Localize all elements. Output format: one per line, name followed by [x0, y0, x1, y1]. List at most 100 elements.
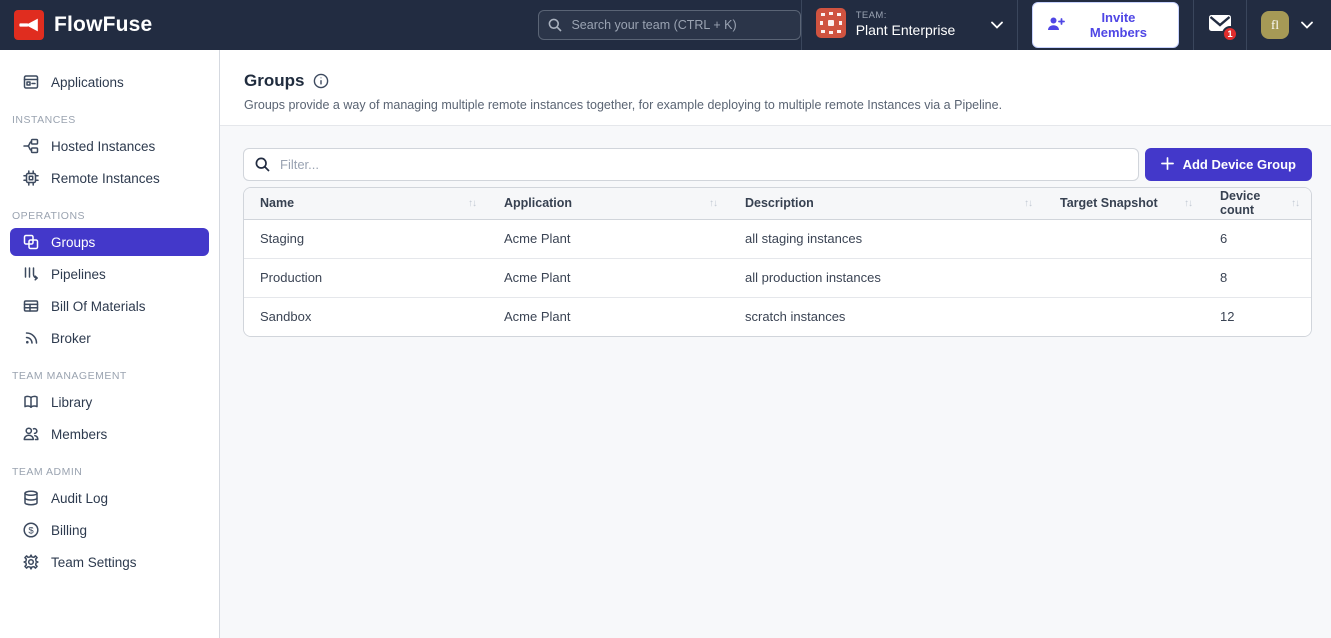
sidebar-item-groups[interactable]: Groups [10, 228, 209, 256]
remote-instances-icon [22, 169, 40, 187]
column-label: Application [504, 196, 572, 210]
sidebar-item-label: Hosted Instances [51, 139, 155, 154]
sidebar-item-bill-of-materials[interactable]: Bill Of Materials [10, 292, 209, 320]
hosted-instances-icon [22, 137, 40, 155]
cell-description: all staging instances [729, 219, 1044, 258]
filter-box [243, 148, 1139, 181]
sidebar-section-label: INSTANCES [12, 114, 207, 126]
groups-table: Name↑↓Application↑↓Description↑↓Target S… [243, 187, 1312, 337]
applications-icon [22, 73, 40, 91]
team-search-input[interactable] [538, 10, 800, 40]
sidebar-item-hosted-instances[interactable]: Hosted Instances [10, 132, 209, 160]
sidebar-item-applications[interactable]: Applications [10, 68, 209, 96]
column-label: Device count [1220, 189, 1283, 217]
members-icon [22, 425, 40, 443]
sidebar-section-label: OPERATIONS [12, 210, 207, 222]
sidebar-item-members[interactable]: Members [10, 420, 209, 448]
column-label: Description [745, 196, 814, 210]
info-icon[interactable] [313, 73, 329, 89]
team-name: Plant Enterprise [856, 22, 956, 38]
page-title: Groups [244, 71, 304, 91]
cell-description: scratch instances [729, 297, 1044, 336]
sidebar-item-billing[interactable]: $Billing [10, 516, 209, 544]
team-selector[interactable]: TEAM: Plant Enterprise [801, 0, 1017, 50]
flowfuse-logo-icon [14, 10, 44, 40]
cell-device_count: 12 [1204, 297, 1311, 336]
sidebar-item-label: Bill Of Materials [51, 299, 146, 314]
sort-icon[interactable]: ↑↓ [1024, 198, 1032, 209]
notifications-button[interactable]: 1 [1193, 0, 1246, 50]
sidebar-item-library[interactable]: Library [10, 388, 209, 416]
search-icon [254, 156, 271, 178]
sidebar-item-remote-instances[interactable]: Remote Instances [10, 164, 209, 192]
chevron-down-icon [991, 16, 1003, 34]
cell-application: Acme Plant [488, 297, 729, 336]
user-plus-icon [1047, 16, 1065, 35]
team-label: TEAM: [856, 11, 956, 22]
user-menu[interactable]: fl [1246, 0, 1331, 50]
plus-icon [1161, 157, 1174, 173]
page-header: Groups Groups provide a way of managing … [220, 50, 1331, 126]
sidebar-item-label: Groups [51, 235, 95, 250]
pipelines-icon [22, 265, 40, 283]
column-header-device_count[interactable]: Device count ↑↓ [1204, 188, 1311, 219]
sidebar-item-label: Team Settings [51, 555, 137, 570]
cell-device_count: 8 [1204, 258, 1311, 297]
main-panel: Groups Groups provide a way of managing … [220, 50, 1331, 638]
sidebar-item-label: Library [51, 395, 92, 410]
sidebar-item-label: Members [51, 427, 107, 442]
column-header-application[interactable]: Application ↑↓ [488, 188, 729, 219]
sidebar-item-team-settings[interactable]: Team Settings [10, 548, 209, 576]
sidebar-item-audit-log[interactable]: Audit Log [10, 484, 209, 512]
column-label: Target Snapshot [1060, 196, 1158, 210]
library-icon [22, 393, 40, 411]
sort-icon[interactable]: ↑↓ [1184, 198, 1192, 209]
sort-icon[interactable]: ↑↓ [1291, 198, 1299, 209]
filter-input[interactable] [243, 148, 1139, 181]
sidebar-item-pipelines[interactable]: Pipelines [10, 260, 209, 288]
top-navbar: FlowFuse TEAM: Plant Enterprise [0, 0, 1331, 50]
table-row[interactable]: ProductionAcme Plantall production insta… [244, 258, 1311, 297]
sidebar: Applications INSTANCES Hosted Instances Rem… [0, 50, 220, 638]
invite-section: Invite Members [1017, 0, 1193, 50]
svg-text:$: $ [28, 525, 34, 536]
team-search [538, 10, 800, 40]
broker-icon [22, 329, 40, 347]
sidebar-item-label: Broker [51, 331, 91, 346]
cell-device_count: 6 [1204, 219, 1311, 258]
cell-application: Acme Plant [488, 258, 729, 297]
invite-members-button[interactable]: Invite Members [1032, 2, 1179, 48]
column-header-description[interactable]: Description ↑↓ [729, 188, 1044, 219]
bill-of-materials-icon [22, 297, 40, 315]
cell-name: Production [244, 258, 488, 297]
sidebar-item-label: Audit Log [51, 491, 108, 506]
team-avatar [816, 8, 846, 43]
search-icon [547, 17, 563, 38]
content-area: Add Device Group Name↑↓Application↑↓Desc… [220, 126, 1331, 337]
add-device-group-label: Add Device Group [1183, 157, 1296, 172]
cell-target_snapshot [1044, 258, 1204, 297]
sidebar-item-label: Remote Instances [51, 171, 160, 186]
table-row[interactable]: StagingAcme Plantall staging instances6 [244, 219, 1311, 258]
user-avatar: fl [1261, 11, 1289, 39]
sort-icon[interactable]: ↑↓ [468, 198, 476, 209]
table-row[interactable]: SandboxAcme Plantscratch instances12 [244, 297, 1311, 336]
column-header-name[interactable]: Name ↑↓ [244, 188, 488, 219]
column-label: Name [260, 196, 294, 210]
notification-badge: 1 [1222, 26, 1238, 42]
groups-icon [22, 233, 40, 251]
cell-target_snapshot [1044, 297, 1204, 336]
brand[interactable]: FlowFuse [0, 10, 166, 40]
sidebar-item-label: Applications [51, 75, 124, 90]
sidebar-item-broker[interactable]: Broker [10, 324, 209, 352]
chevron-down-icon [1301, 16, 1313, 34]
invite-members-label: Invite Members [1073, 10, 1164, 40]
audit-log-icon [22, 489, 40, 507]
sidebar-section-label: TEAM MANAGEMENT [12, 370, 207, 382]
add-device-group-button[interactable]: Add Device Group [1145, 148, 1312, 181]
cell-target_snapshot [1044, 219, 1204, 258]
sort-icon[interactable]: ↑↓ [709, 198, 717, 209]
sidebar-section-label: TEAM ADMIN [12, 466, 207, 478]
sidebar-item-label: Pipelines [51, 267, 106, 282]
column-header-target_snapshot[interactable]: Target Snapshot ↑↓ [1044, 188, 1204, 219]
